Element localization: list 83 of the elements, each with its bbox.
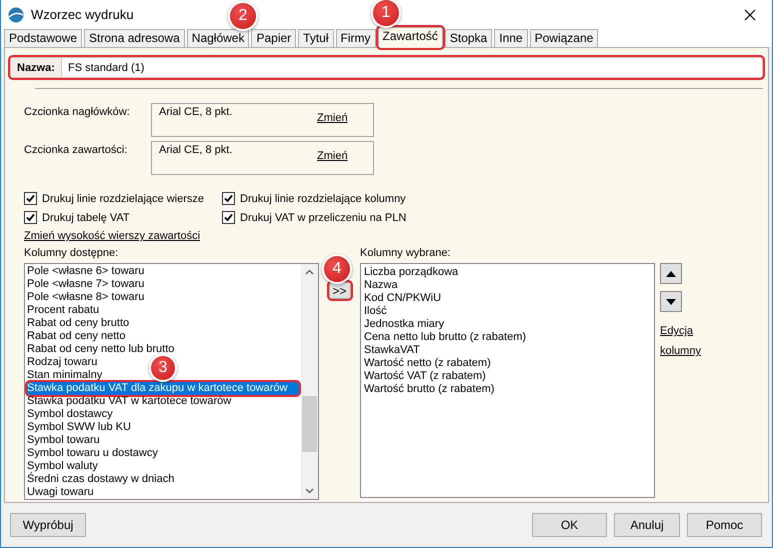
check-icon [26, 194, 35, 203]
tab[interactable]: Nagłówek [186, 29, 250, 47]
up-triangle-icon [666, 270, 676, 276]
checkbox[interactable] [222, 211, 235, 224]
checkbox[interactable] [222, 192, 235, 205]
list-item[interactable]: Stawka podatku VAT dla zakupu w kartotece towarów [27, 382, 299, 395]
list-item[interactable]: Cena netto lub brutto (z rabatem) [364, 331, 526, 344]
tab[interactable]: Strona adresowa [84, 29, 185, 47]
list-item[interactable]: Rabat od ceny brutto [27, 317, 130, 330]
tab[interactable]: Powiązane [530, 29, 598, 47]
tab[interactable]: Podstawowe [4, 29, 82, 47]
checkbox-label: Drukuj tabelę VAT [42, 212, 130, 224]
tab[interactable]: Tytuł [298, 29, 334, 47]
number-badge: 3 [151, 356, 175, 380]
name-field[interactable]: Nazwa: FS standard (1) [10, 57, 763, 78]
footer-button[interactable]: Wypróbuj [10, 513, 86, 537]
check-icon [26, 213, 35, 222]
list-item[interactable]: Procent rabatu [27, 304, 100, 317]
list-item[interactable]: Wartość brutto (z rabatem) [364, 383, 494, 396]
list-item[interactable]: Rodzaj towaru [27, 356, 98, 369]
checkbox-label: Drukuj linie rozdzielające wiersze [42, 192, 204, 204]
tab[interactable]: Zawartość [378, 27, 443, 48]
list-item[interactable]: Wartość VAT (z rabatem) [364, 370, 486, 383]
checkbox[interactable] [24, 192, 37, 205]
list-item[interactable]: Jednostka miary [364, 318, 444, 331]
tab[interactable]: Papier [251, 29, 296, 47]
edit-columns-link[interactable]: Edycja kolumny [660, 321, 705, 361]
footer-button[interactable]: Anuluj [614, 513, 680, 537]
row-height-link[interactable]: Zmień wysokość wierszy zawartości [24, 230, 200, 242]
list-item[interactable]: Kod CN/PKWiU [364, 292, 442, 305]
footer-button[interactable]: Pomoc [687, 513, 762, 537]
scroll-thumb[interactable] [302, 396, 317, 452]
field-label: Nazwa: [11, 58, 62, 77]
check-icon [224, 194, 233, 203]
list-item[interactable]: Symbol waluty [27, 460, 98, 473]
checkbox-label: Drukuj linie rozdzielające kolumny [240, 192, 406, 204]
list-label: Kolumny wybrane: [360, 247, 452, 260]
font-label: Czcionka zawartości: [24, 143, 128, 158]
scroll-down-icon [305, 488, 314, 494]
list-item[interactable]: Ilość [364, 305, 387, 318]
scroll-up-icon [305, 269, 314, 275]
number-badge: 4 [324, 256, 350, 282]
tab[interactable]: Inne [494, 29, 528, 47]
app-logo-icon [7, 6, 25, 22]
move-right-button[interactable]: >> [328, 282, 350, 299]
tab[interactable]: Firmy [336, 29, 376, 47]
checkbox[interactable] [24, 211, 37, 224]
list-item[interactable]: Nazwa [364, 279, 398, 292]
list-item[interactable]: Średni czas dostawy w dniach [27, 473, 174, 486]
scrollbar[interactable] [301, 264, 318, 499]
font-label: Czcionka nagłówków: [24, 105, 131, 120]
list-item[interactable]: Stawka podatku VAT w kartotece towarów [27, 395, 232, 408]
font-value: Arial CE, 8 pkt. [159, 144, 234, 158]
list-item[interactable]: Uwagi towaru [27, 486, 94, 499]
font-value: Arial CE, 8 pkt. [159, 106, 234, 120]
list-item[interactable]: Wartość netto (z rabatem) [364, 357, 491, 370]
move-down-button[interactable] [660, 291, 682, 312]
number-badge: 1 [373, 0, 399, 26]
checkbox-label: Drukuj VAT w przeliczeniu na PLN [240, 212, 406, 224]
list-item[interactable]: Pole <własne 8> towaru [27, 291, 144, 304]
list-item[interactable]: Stan minimalny [27, 369, 102, 382]
move-up-button[interactable] [660, 263, 682, 284]
list-item[interactable]: Rabat od ceny netto [27, 330, 126, 343]
check-icon [224, 213, 233, 222]
tab[interactable]: Stopka [444, 29, 492, 47]
list-item[interactable]: Symbol dostawcy [27, 408, 113, 421]
list-item[interactable]: Symbol SWW lub KU [27, 421, 131, 434]
list-item[interactable]: Symbol towaru [27, 434, 100, 447]
down-triangle-icon [666, 298, 676, 304]
list-item[interactable]: Pole <własne 7> towaru [27, 278, 144, 291]
list-label: Kolumny dostępne: [24, 247, 120, 260]
list-item[interactable]: Rabat od ceny netto lub brutto [27, 343, 174, 356]
list-item[interactable]: StawkaVAT [364, 344, 420, 357]
change-link[interactable]: Zmień [317, 150, 348, 164]
change-link[interactable]: Zmień [317, 112, 348, 126]
number-badge: 2 [230, 3, 256, 29]
footer-button[interactable]: OK [532, 513, 607, 537]
list-item[interactable]: Pole <własne 6> towaru [27, 265, 144, 278]
list-item[interactable]: Symbol towaru u dostawcy [27, 447, 158, 460]
list-item[interactable]: Liczba porządkowa [364, 266, 458, 279]
window-title: Wzorzec wydruku [31, 7, 134, 22]
field-value: FS standard (1) [67, 60, 144, 76]
close-icon [744, 8, 756, 20]
